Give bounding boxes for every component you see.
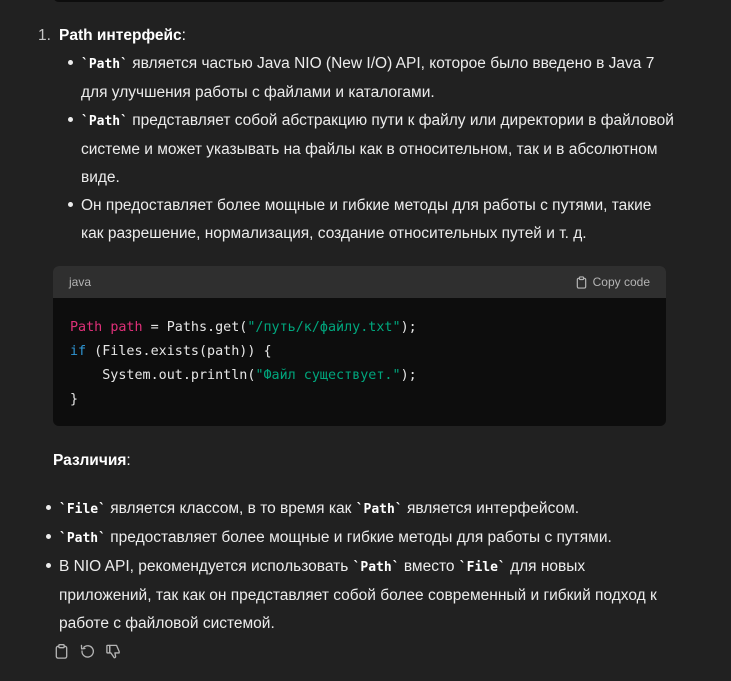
path-bullets: `Path` является частью Java NIO (New I/O… [68,50,676,248]
clipboard-icon [55,644,68,659]
list-item: В NIO API, рекомендуется использовать `P… [46,553,659,638]
copy-message-button[interactable] [53,642,70,659]
bullet-text: предоставляет более мощные и гибкие мето… [105,529,612,546]
title-colon: : [181,27,186,44]
code-content: Path path = Paths.get("/путь/к/файлу.txt… [53,298,666,426]
bullet-text: является частью Java NIO (New I/O) API, … [81,55,655,101]
code-token: (Files.exists(path)) { [86,344,272,359]
title-text: Path интерфейс [59,27,182,44]
list-item: `Path` является частью Java NIO (New I/O… [68,50,676,107]
code-token: } [70,392,79,407]
list-item: `Path` предоставляет более мощные и гибк… [46,524,659,553]
inline-code: `Path` [81,114,128,129]
inline-code: `File` [59,502,106,517]
copy-code-label: Copy code [592,275,650,289]
list-number: 1. [38,27,51,44]
inline-code: `Path` [355,502,403,517]
list-item: `File` является классом, в то время как … [46,495,659,524]
differences-bullets: `File` является классом, в то время как … [46,495,659,638]
code-token: ); [400,368,417,383]
previous-code-block-edge [53,0,666,2]
inline-code: `Path` [59,531,106,546]
bullet-text: представляет собой абстракцию пути к фай… [81,112,674,186]
regenerate-button[interactable] [79,642,96,659]
bullet-text: является интерфейсом. [402,500,580,517]
code-block: java Copy code Path path = Paths.get("/п… [53,266,666,426]
regenerate-icon [80,644,94,658]
section-title-colon: : [126,452,131,469]
code-token: ); [400,320,417,335]
message-actions [53,642,122,659]
bullet-text: вместо [399,558,459,575]
bullet-text: В NIO API, рекомендуется использовать [59,558,353,575]
copy-code-button[interactable]: Copy code [575,268,650,296]
section-title: Различия: [53,447,131,475]
inline-code: `Path` [352,560,400,575]
inline-code: `File` [458,560,506,575]
code-token: path [110,320,143,335]
list-item: `Path` представляет собой абстракцию пут… [68,107,676,192]
code-string: "Файл существует." [255,368,401,383]
code-string: "/путь/к/файлу.txt" [247,320,401,335]
code-token: Path [70,320,103,335]
bullet-text: Он предоставляет более мощные и гибкие м… [81,197,652,242]
code-keyword: if [70,344,87,359]
clipboard-icon [576,275,586,289]
thumbs-down-icon [106,644,120,659]
code-language-label: java [69,275,92,289]
list-item-title: Path интерфейс: [59,22,186,50]
code-block-header: java Copy code [53,266,666,298]
bullet-text: является классом, в то время как [105,500,356,517]
inline-code: `Path` [81,57,128,72]
section-title-text: Различия [53,452,127,469]
code-token: = Paths.get( [142,320,248,335]
thumbs-down-button[interactable] [105,642,122,659]
code-token: System.out.println( [70,368,256,383]
list-item: Он предоставляет более мощные и гибкие м… [68,192,676,248]
